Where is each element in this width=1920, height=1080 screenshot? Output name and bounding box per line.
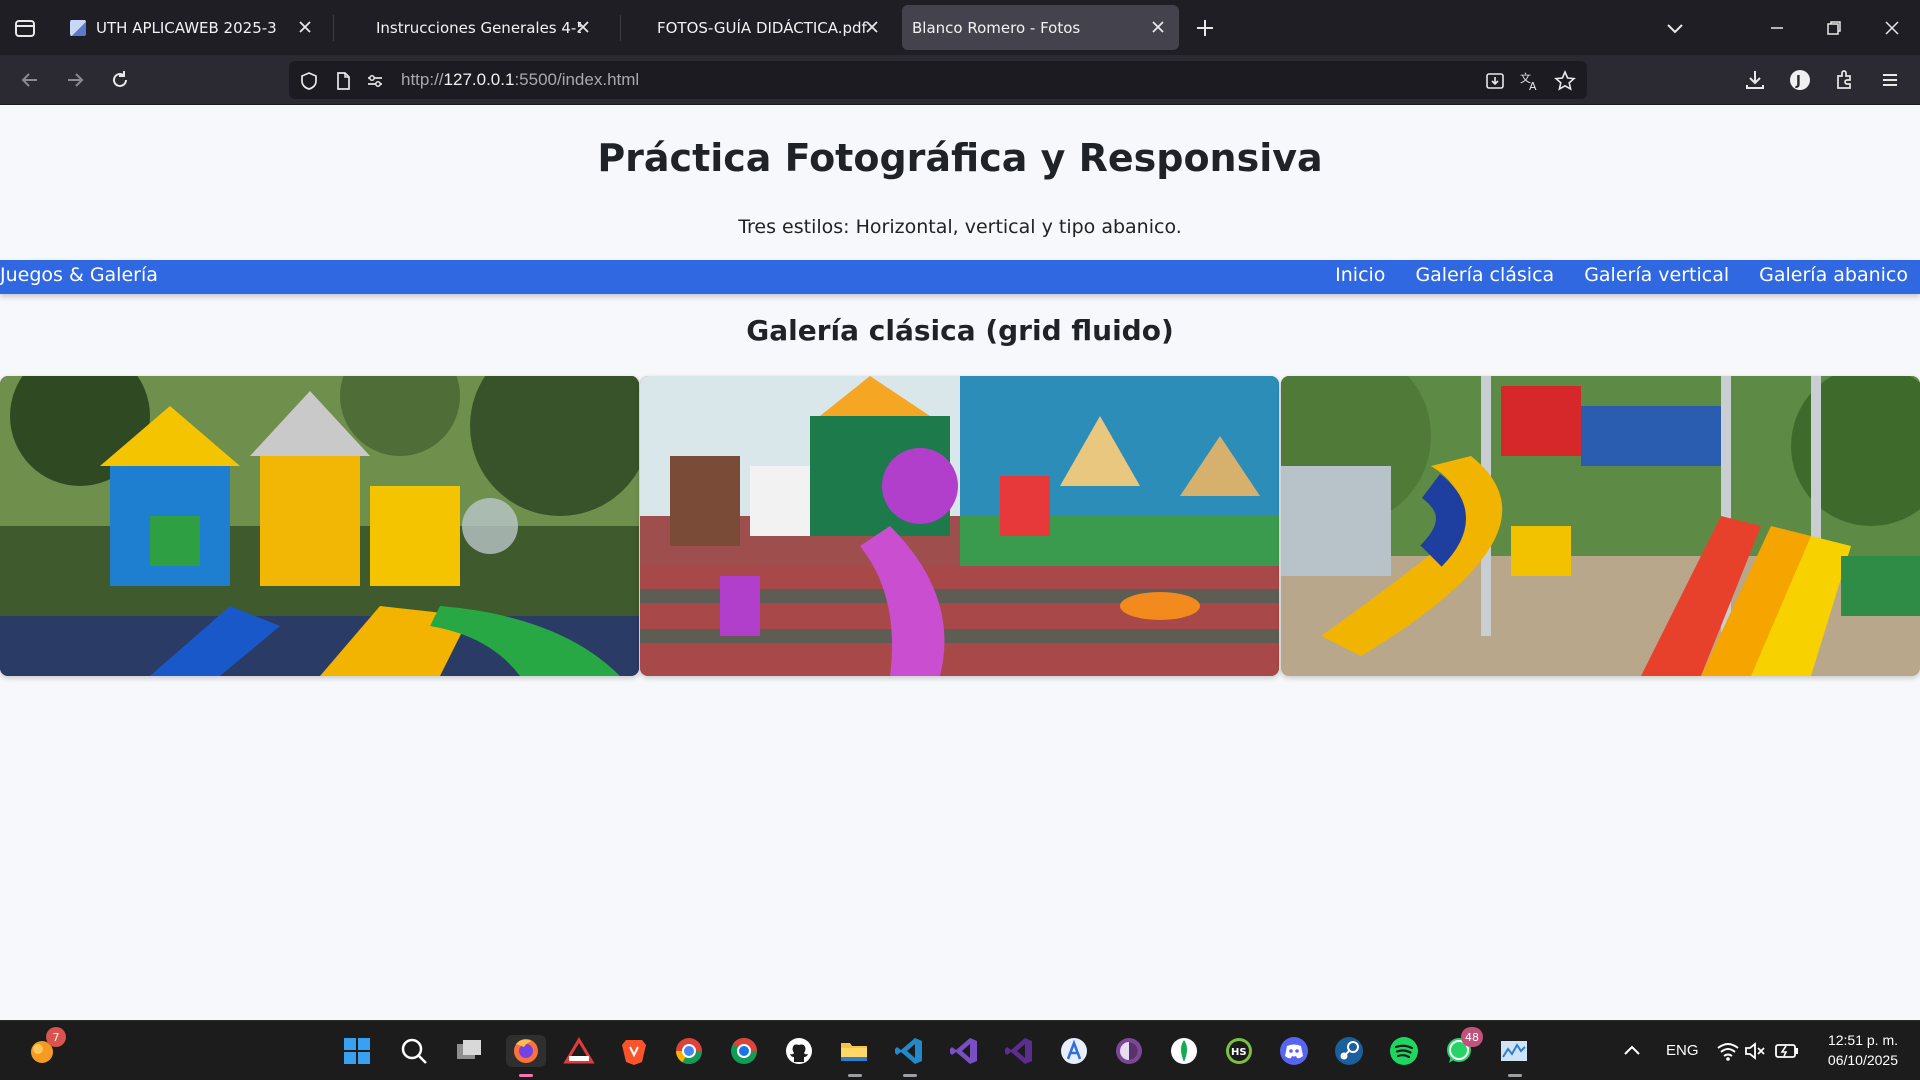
mongodb-compass-icon[interactable]: [1168, 1035, 1200, 1067]
url-path: :5500/index.html: [514, 70, 640, 89]
nav-link-inicio[interactable]: Inicio: [1335, 264, 1385, 286]
site-brand[interactable]: Juegos & Galería: [0, 264, 158, 286]
svg-text:J: J: [1795, 74, 1801, 89]
arc-icon[interactable]: [1058, 1035, 1090, 1067]
nav-link-galeria-vertical[interactable]: Galería vertical: [1584, 264, 1729, 286]
tab-uth-aplicaweb[interactable]: UTH APLICAWEB 2025-3: [56, 5, 326, 50]
tab-title: UTH APLICAWEB 2025-3: [96, 18, 277, 37]
web-page: Práctica Fotográfica y Responsiva Tres e…: [0, 106, 1920, 1020]
github-icon[interactable]: [783, 1035, 815, 1067]
close-icon[interactable]: [296, 18, 314, 36]
close-icon[interactable]: [863, 18, 881, 36]
tab-title: Instrucciones Generales 4-5 u2.: [376, 18, 581, 37]
search-icon[interactable]: [398, 1035, 430, 1067]
wifi-icon[interactable]: [1716, 1035, 1740, 1067]
close-icon[interactable]: [1149, 18, 1167, 36]
account-icon[interactable]: J: [1787, 67, 1813, 93]
vscode-icon[interactable]: [893, 1035, 925, 1077]
translate-icon[interactable]: 文A: [1519, 70, 1541, 93]
file-explorer-icon[interactable]: [838, 1035, 870, 1077]
volume-muted-icon[interactable]: [1744, 1035, 1768, 1067]
tab-instrucciones[interactable]: Instrucciones Generales 4-5 u2.: [362, 5, 612, 50]
tab-separator: [620, 15, 621, 41]
browser-tab-bar: UTH APLICAWEB 2025-3 Instrucciones Gener…: [0, 0, 1920, 55]
browser-toolbar: http://127.0.0.1:5500/index.html 文A J: [0, 55, 1920, 105]
extensions-icon[interactable]: [1832, 67, 1858, 93]
nav-links: Inicio Galería clásica Galería vertical …: [1335, 264, 1908, 286]
close-window-icon[interactable]: [1879, 15, 1905, 41]
save-to-pocket-icon[interactable]: [1484, 70, 1506, 92]
bookmark-star-icon[interactable]: [1554, 69, 1576, 92]
url-prefix: http://: [401, 70, 444, 89]
minimize-icon[interactable]: [1764, 15, 1790, 41]
tab-list-icon[interactable]: [12, 15, 38, 41]
photo-gallery: [0, 376, 1920, 676]
visual-studio-icon[interactable]: [948, 1035, 980, 1067]
notification-badge: 7: [46, 1027, 66, 1047]
chrome-dev-icon[interactable]: [728, 1035, 760, 1067]
url-host: 127.0.0.1: [443, 70, 515, 89]
running-indicator: [1508, 1074, 1522, 1077]
whatsapp-icon[interactable]: 48: [1443, 1027, 1483, 1067]
brave-icon[interactable]: [618, 1035, 650, 1067]
page-subtitle: Tres estilos: Horizontal, vertical y tip…: [738, 216, 1182, 238]
reload-icon[interactable]: [107, 67, 133, 93]
back-arrow-icon[interactable]: [17, 67, 43, 93]
nav-link-galeria-clasica[interactable]: Galería clásica: [1415, 264, 1554, 286]
steam-icon[interactable]: [1333, 1035, 1365, 1067]
tor-browser-icon[interactable]: [1113, 1035, 1145, 1067]
document-favicon-icon: [70, 19, 86, 36]
url-text[interactable]: http://127.0.0.1:5500/index.html: [401, 70, 639, 90]
visual-studio-preview-icon[interactable]: [1003, 1035, 1035, 1067]
weather-widget-icon[interactable]: 7: [26, 1027, 66, 1067]
address-bar[interactable]: http://127.0.0.1:5500/index.html 文A: [289, 61, 1587, 99]
playground-photo-2[interactable]: [640, 376, 1279, 676]
battery-icon[interactable]: [1774, 1035, 1800, 1067]
spotify-icon[interactable]: [1388, 1035, 1420, 1067]
autodesk-icon[interactable]: [563, 1035, 595, 1067]
tab-separator: [333, 15, 334, 41]
svg-text:A: A: [1529, 80, 1537, 92]
clock-date: 06/10/2025: [1827, 1052, 1898, 1068]
clock-time: 12:51 p. m.: [1827, 1032, 1898, 1048]
new-tab-icon[interactable]: [1193, 16, 1217, 40]
tab-blanco-romero-fotos[interactable]: Blanco Romero - Fotos: [902, 5, 1179, 50]
language-indicator[interactable]: ENG: [1666, 1042, 1699, 1059]
nav-link-galeria-abanico[interactable]: Galería abanico: [1759, 264, 1908, 286]
site-permissions-icon[interactable]: [364, 70, 386, 92]
tab-title: FOTOS-GUÍA DIDÁCTICA.pdf: [657, 18, 867, 37]
gallery-title: Galería clásica (grid fluido): [746, 314, 1174, 347]
chevron-down-icon[interactable]: [1662, 15, 1688, 41]
site-navigation: Juegos & Galería Inicio Galería clásica …: [0, 260, 1920, 294]
close-icon[interactable]: [574, 18, 592, 36]
windows-start-icon[interactable]: [341, 1035, 373, 1067]
tab-fotos-guia[interactable]: FOTOS-GUÍA DIDÁCTICA.pdf: [643, 5, 893, 50]
notification-badge: 48: [1461, 1027, 1483, 1047]
tab-title: Blanco Romero - Fotos: [912, 18, 1081, 37]
chevron-up-icon[interactable]: [1620, 1035, 1644, 1067]
task-view-icon[interactable]: [453, 1035, 485, 1067]
page-title: Práctica Fotográfica y Responsiva: [597, 136, 1323, 180]
menu-icon[interactable]: [1877, 67, 1903, 93]
running-indicator: [903, 1074, 917, 1077]
resource-monitor-icon[interactable]: [1498, 1035, 1530, 1077]
downloads-icon[interactable]: [1742, 67, 1768, 93]
restore-icon[interactable]: [1821, 15, 1847, 41]
running-indicator: [848, 1074, 862, 1077]
windows-taskbar: 7 HS 48 ENG 12:51 p. m. 06/10/2025: [0, 1020, 1920, 1080]
playground-photo-1[interactable]: [0, 376, 639, 676]
discord-icon[interactable]: [1278, 1035, 1310, 1067]
active-indicator: [519, 1074, 533, 1077]
page-icon: [332, 70, 354, 92]
playground-photo-3[interactable]: [1281, 376, 1920, 676]
svg-text:HS: HS: [1231, 1047, 1247, 1058]
chrome-icon[interactable]: [673, 1035, 705, 1067]
system-clock[interactable]: 12:51 p. m. 06/10/2025: [1828, 1030, 1898, 1070]
shield-icon[interactable]: [298, 70, 320, 92]
heidisql-icon[interactable]: HS: [1223, 1035, 1255, 1067]
firefox-icon[interactable]: [506, 1035, 546, 1077]
forward-arrow-icon[interactable]: [62, 67, 88, 93]
